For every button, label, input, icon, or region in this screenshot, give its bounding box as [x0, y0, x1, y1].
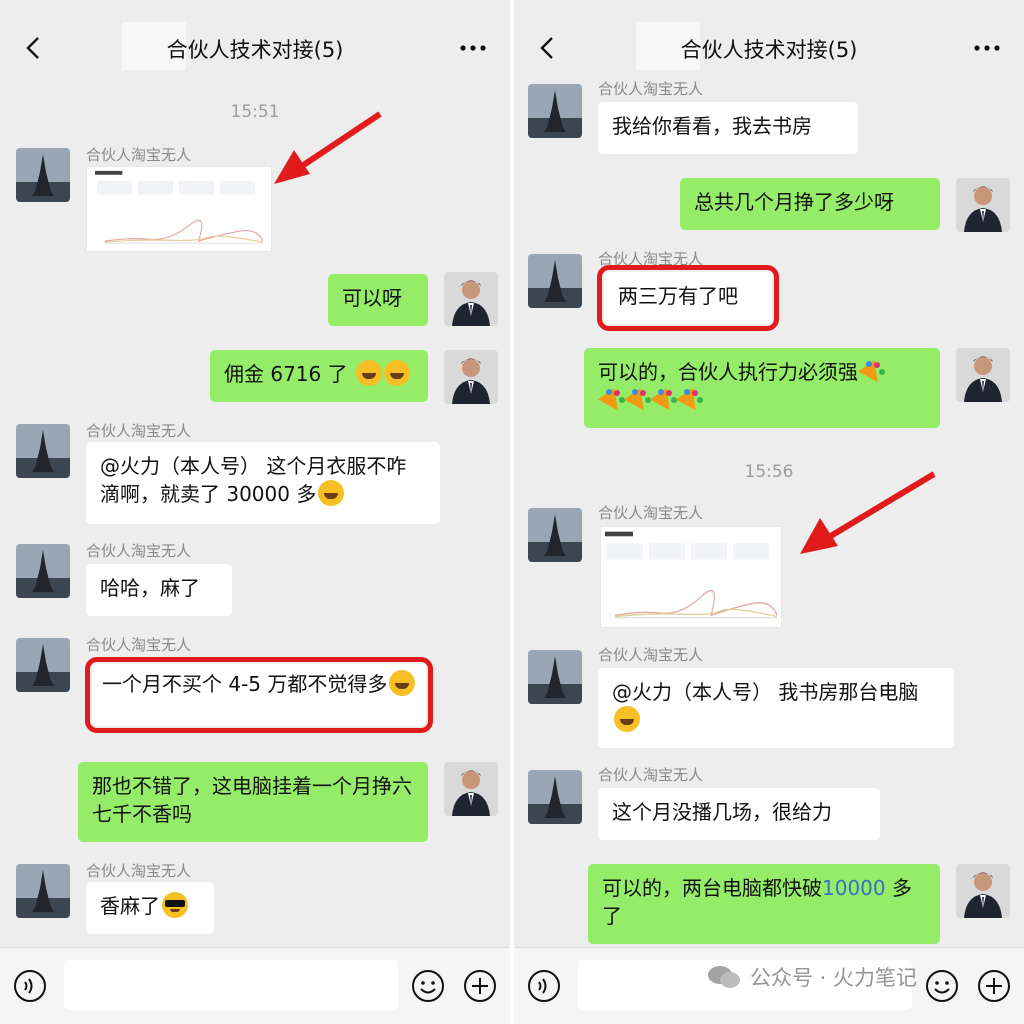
- more-dots-icon[interactable]: [972, 36, 1002, 60]
- emoji-icon[interactable]: [924, 968, 960, 1004]
- avatar[interactable]: [16, 148, 70, 202]
- sender-name: 合伙人淘宝无人: [598, 250, 704, 268]
- top-bar: 合伙人技术对接(5): [514, 0, 1024, 92]
- plus-icon[interactable]: [976, 968, 1012, 1004]
- avatar-self[interactable]: [444, 350, 498, 404]
- red-arrow-icon: [274, 111, 382, 184]
- avatar-self[interactable]: [956, 178, 1010, 232]
- avatar[interactable]: [528, 650, 582, 704]
- avatar[interactable]: [16, 864, 70, 918]
- message-bubble[interactable]: @火力（本人号） 这个月衣服不咋滴啊，就卖了 30000 多: [86, 442, 440, 524]
- message-bubble-highlighted[interactable]: 一个月不买个 4-5 万都不觉得多: [85, 657, 433, 733]
- red-arrow-icon: [800, 471, 936, 554]
- message-bubble[interactable]: 佣金 6716 了: [210, 350, 428, 402]
- message-bubble-highlighted[interactable]: 两三万有了吧: [597, 265, 779, 331]
- message-text: 这个月没播几场，很给力: [612, 800, 832, 824]
- sender-name: 合伙人淘宝无人: [598, 504, 704, 522]
- message-text: 总共几个月挣了多少呀: [694, 190, 894, 214]
- message-text: 可以的，合伙人执行力必须强: [598, 360, 858, 384]
- sunglasses-emoji-icon: [162, 892, 188, 918]
- party-popper-icon: [678, 388, 702, 412]
- sender-name: 合伙人淘宝无人: [598, 646, 704, 664]
- sender-name: 合伙人淘宝无人: [598, 766, 704, 784]
- message-bubble[interactable]: 总共几个月挣了多少呀: [680, 178, 940, 230]
- avatar[interactable]: [16, 544, 70, 598]
- message-input[interactable]: [64, 960, 398, 1010]
- avatar-self[interactable]: [444, 272, 498, 326]
- party-popper-icon: [652, 388, 676, 412]
- screenshot-thumbnail[interactable]: [86, 166, 272, 252]
- screenshot-thumbnail[interactable]: [600, 526, 782, 628]
- timestamp: 15:51: [230, 102, 280, 122]
- message-text: 我给你看看，我去书房: [612, 114, 812, 138]
- crying-emoji-icon: [614, 706, 640, 732]
- avatar[interactable]: [528, 84, 582, 138]
- message-bubble[interactable]: 哈哈，麻了: [86, 564, 232, 616]
- crying-emoji-icon: [389, 670, 416, 696]
- message-text: 哈哈，麻了: [100, 576, 200, 600]
- message-text: @火力（本人号） 我书房那台电脑: [612, 680, 919, 704]
- sender-name: 合伙人淘宝无人: [598, 80, 704, 98]
- message-text: 可以呀: [342, 286, 402, 310]
- chat-title: 合伙人技术对接(5): [680, 38, 858, 62]
- watermark: 公众号 · 火力笔记: [706, 962, 917, 992]
- laughing-emoji-icon: [355, 360, 382, 386]
- party-popper-icon: [626, 388, 650, 412]
- crying-emoji-icon: [318, 480, 345, 506]
- avatar-self[interactable]: [956, 864, 1010, 918]
- sender-name: 合伙人淘宝无人: [86, 422, 192, 440]
- message-text: 香麻了: [100, 894, 160, 918]
- sender-name: 合伙人淘宝无人: [86, 146, 192, 164]
- message-bubble[interactable]: 可以呀: [328, 274, 428, 326]
- chat-screen-left: 合伙人技术对接(5) 15:51 合伙人淘宝无人 可以呀 佣金 6716 了 合…: [0, 0, 510, 1024]
- party-popper-icon: [600, 388, 624, 412]
- message-bubble[interactable]: 那也不错了，这电脑挂着一个月挣六七千不香吗: [78, 762, 428, 842]
- avatar-self[interactable]: [956, 348, 1010, 402]
- message-number: 10000: [822, 876, 886, 900]
- chat-title: 合伙人技术对接(5): [166, 38, 344, 62]
- avatar[interactable]: [528, 508, 582, 562]
- voice-icon[interactable]: [526, 968, 562, 1004]
- message-bubble[interactable]: @火力（本人号） 我书房那台电脑: [598, 668, 954, 748]
- avatar-self[interactable]: [444, 762, 498, 816]
- avatar[interactable]: [16, 424, 70, 478]
- sender-name: 合伙人淘宝无人: [86, 636, 192, 654]
- chat-screen-right: 合伙人技术对接(5) 合伙人淘宝无人 我给你看看，我去书房 总共几个月挣了多少呀…: [514, 0, 1024, 1024]
- avatar[interactable]: [528, 254, 582, 308]
- watermark-text: 公众号 · 火力笔记: [750, 966, 918, 990]
- message-bubble[interactable]: 可以的，合伙人执行力必须强: [584, 348, 940, 428]
- more-dots-icon[interactable]: [458, 36, 488, 60]
- message-bubble[interactable]: 我给你看看，我去书房: [598, 102, 858, 154]
- message-text: @火力（本人号） 这个月衣服不咋滴啊，就卖了 30000 多: [100, 454, 407, 506]
- avatar[interactable]: [16, 638, 70, 692]
- message-text: 佣金 6716 了: [224, 362, 348, 386]
- message-text: 那也不错了，这电脑挂着一个月挣六七千不香吗: [92, 774, 412, 826]
- party-popper-icon: [860, 360, 884, 384]
- avatar[interactable]: [528, 770, 582, 824]
- message-text: 可以的，两台电脑都快破: [602, 876, 822, 900]
- timestamp: 15:56: [744, 462, 794, 482]
- emoji-icon[interactable]: [410, 968, 446, 1004]
- plus-icon[interactable]: [462, 968, 498, 1004]
- message-bubble[interactable]: 香麻了: [86, 882, 214, 934]
- laughing-emoji-icon: [383, 360, 410, 386]
- sender-name: 合伙人淘宝无人: [86, 542, 192, 560]
- sender-name: 合伙人淘宝无人: [86, 862, 192, 880]
- message-text: 两三万有了吧: [618, 284, 738, 308]
- wechat-logo-icon: [708, 966, 740, 988]
- voice-icon[interactable]: [12, 968, 48, 1004]
- message-bubble[interactable]: 可以的，两台电脑都快破10000 多了: [588, 864, 940, 944]
- message-bubble[interactable]: 这个月没播几场，很给力: [598, 788, 880, 840]
- input-bar: [0, 947, 510, 1024]
- message-text: 一个月不买个 4-5 万都不觉得多: [102, 672, 388, 696]
- top-bar: 合伙人技术对接(5): [0, 0, 510, 92]
